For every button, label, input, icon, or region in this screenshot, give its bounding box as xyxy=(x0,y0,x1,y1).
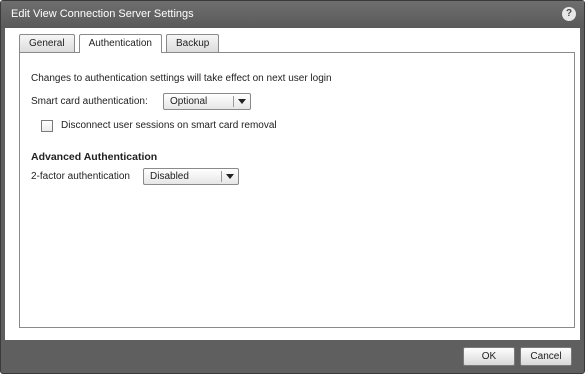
disconnect-checkbox[interactable] xyxy=(41,120,53,132)
tab-authentication[interactable]: Authentication xyxy=(78,34,162,53)
select-divider xyxy=(233,96,234,107)
login-note: Changes to authentication settings will … xyxy=(31,73,332,84)
tab-general[interactable]: General xyxy=(19,34,75,52)
tab-bar: General Authentication Backup xyxy=(19,34,220,53)
two-factor-label: 2-factor authentication xyxy=(31,171,130,182)
dialog-title: Edit View Connection Server Settings xyxy=(11,8,194,20)
ok-button[interactable]: OK xyxy=(463,347,515,366)
smart-card-label: Smart card authentication: xyxy=(31,96,148,107)
chevron-down-icon xyxy=(238,99,246,104)
disconnect-checkbox-label: Disconnect user sessions on smart card r… xyxy=(61,120,277,131)
cancel-button[interactable]: Cancel xyxy=(520,347,572,366)
smart-card-select[interactable]: Optional xyxy=(163,93,251,110)
chevron-down-icon xyxy=(226,174,234,179)
dialog-content: General Authentication Backup Changes to… xyxy=(5,28,580,340)
authentication-panel: Changes to authentication settings will … xyxy=(19,52,575,328)
advanced-auth-heading: Advanced Authentication xyxy=(31,151,158,163)
two-factor-value: Disabled xyxy=(150,171,189,182)
title-bar[interactable]: Edit View Connection Server Settings ? xyxy=(1,1,584,28)
two-factor-select[interactable]: Disabled xyxy=(143,168,239,185)
tab-backup[interactable]: Backup xyxy=(165,34,220,52)
settings-dialog: Edit View Connection Server Settings ? G… xyxy=(0,0,585,374)
help-icon[interactable]: ? xyxy=(562,7,576,21)
select-divider xyxy=(221,171,222,182)
smart-card-value: Optional xyxy=(170,96,208,107)
dialog-footer: OK Cancel xyxy=(1,340,584,373)
